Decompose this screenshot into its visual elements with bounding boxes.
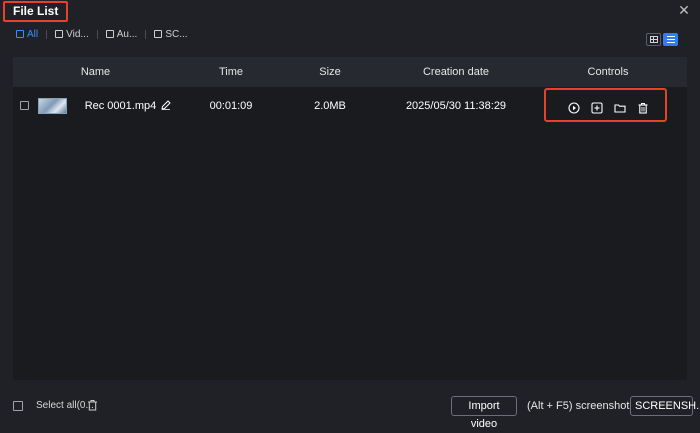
header-controls: Controls (587, 66, 629, 78)
tab-divider (145, 29, 147, 39)
screenshot-shortcut-hint: (Alt + F5) screenshot (527, 400, 630, 412)
file-icon (16, 30, 24, 38)
image-icon (154, 30, 163, 38)
tab-screenshot[interactable]: SC... (148, 29, 193, 40)
window-title: File List (3, 1, 69, 22)
select-all-label: Select all(0... (36, 400, 94, 411)
tab-audio[interactable]: Au... (100, 29, 144, 40)
delete-selected-icon[interactable] (87, 399, 98, 411)
tab-screenshot-label: SC... (165, 28, 188, 40)
import-video-button[interactable]: Import video (451, 396, 517, 430)
play-icon[interactable] (568, 102, 580, 114)
time-cell: 00:01:09 (209, 100, 253, 112)
tab-all[interactable]: All (10, 29, 44, 40)
list-view-button[interactable] (663, 33, 678, 46)
grid-view-button[interactable] (646, 33, 661, 46)
header-size: Size (319, 66, 341, 78)
select-all-checkbox[interactable] (13, 401, 23, 411)
row-controls (544, 88, 667, 122)
file-name: Rec 0001.mp4 (84, 100, 157, 112)
tab-video[interactable]: Vid... (49, 29, 95, 40)
screenshot-button[interactable]: SCREENSH... (630, 396, 700, 416)
title-bar: File List ✕ (0, 0, 700, 22)
header-creation-date: Creation date (422, 66, 490, 78)
edit-icon[interactable] (161, 100, 172, 110)
size-cell: 2.0MB (314, 100, 346, 112)
tab-divider (96, 29, 98, 39)
trash-icon[interactable] (637, 102, 649, 114)
header-name: Name (80, 66, 111, 78)
tab-audio-label: Au... (116, 28, 138, 40)
creation-date-cell: 2025/05/30 11:38:29 (405, 100, 507, 112)
tab-divider (46, 29, 48, 39)
header-time: Time (218, 66, 244, 78)
tab-video-label: Vid... (66, 28, 89, 40)
view-toggle (646, 33, 678, 46)
video-thumbnail (38, 98, 67, 114)
file-name-cell: Rec 0001.mp4 (83, 87, 173, 125)
video-icon (55, 30, 64, 38)
tab-all-label: All (27, 28, 39, 40)
grid-icon (649, 36, 658, 43)
close-icon[interactable]: ✕ (676, 2, 692, 18)
filter-tabs: All Vid... Au... SC... (10, 27, 194, 41)
folder-icon[interactable] (614, 102, 626, 114)
add-icon[interactable] (591, 102, 603, 114)
list-icon (666, 36, 675, 43)
row-checkbox[interactable] (20, 101, 29, 110)
table-header: Name Time Size Creation date Controls (13, 57, 687, 87)
audio-icon (105, 30, 114, 38)
